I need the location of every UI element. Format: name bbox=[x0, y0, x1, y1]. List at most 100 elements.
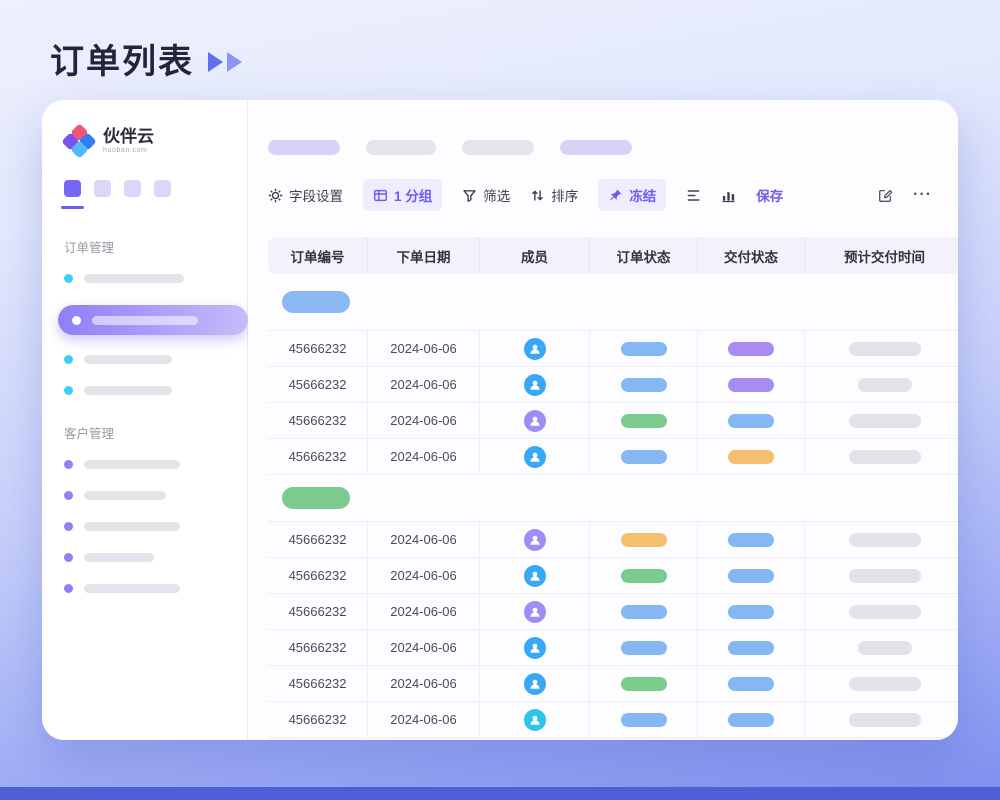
eta-cell[interactable] bbox=[805, 702, 958, 738]
sidebar-item[interactable] bbox=[64, 460, 229, 469]
workspace-tab[interactable] bbox=[124, 180, 141, 197]
delivery-status-cell[interactable] bbox=[698, 666, 805, 702]
sidebar-item[interactable] bbox=[64, 553, 229, 562]
sidebar-item[interactable] bbox=[64, 584, 229, 593]
workspace-tab[interactable] bbox=[154, 180, 171, 197]
field-settings-button[interactable]: 字段设置 bbox=[268, 185, 343, 205]
date-cell[interactable]: 2024-06-06 bbox=[368, 558, 480, 594]
delivery-status-cell[interactable] bbox=[698, 367, 805, 403]
date-cell[interactable]: 2024-06-06 bbox=[368, 331, 480, 367]
member-cell[interactable] bbox=[480, 403, 590, 439]
item-dot bbox=[64, 355, 73, 364]
sidebar-item-active[interactable] bbox=[58, 305, 248, 335]
column-header[interactable]: 成员 bbox=[480, 237, 590, 274]
play-arrow-icon bbox=[208, 52, 223, 72]
order-status-cell[interactable] bbox=[590, 439, 698, 475]
order-status-cell[interactable] bbox=[590, 630, 698, 666]
member-cell[interactable] bbox=[480, 630, 590, 666]
delivery-status-cell[interactable] bbox=[698, 702, 805, 738]
column-header[interactable]: 订单编号 bbox=[268, 237, 368, 274]
eta-cell[interactable] bbox=[805, 367, 958, 403]
order-no-cell[interactable]: 45666232 bbox=[268, 331, 368, 367]
order-status-pill bbox=[621, 713, 667, 727]
delivery-status-cell[interactable] bbox=[698, 630, 805, 666]
eta-cell[interactable] bbox=[805, 666, 958, 702]
order-no-cell[interactable]: 45666232 bbox=[268, 367, 368, 403]
order-no-cell[interactable]: 45666232 bbox=[268, 594, 368, 630]
group-header-row[interactable] bbox=[268, 274, 958, 331]
member-cell[interactable] bbox=[480, 702, 590, 738]
delivery-status-cell[interactable] bbox=[698, 522, 805, 558]
sidebar-item[interactable] bbox=[64, 522, 229, 531]
order-status-cell[interactable] bbox=[590, 331, 698, 367]
group-button[interactable]: 1 分组 bbox=[363, 179, 442, 211]
eta-cell[interactable] bbox=[805, 558, 958, 594]
workspace-tab[interactable] bbox=[94, 180, 111, 197]
save-button[interactable]: 保存 bbox=[756, 185, 783, 205]
order-status-cell[interactable] bbox=[590, 558, 698, 594]
main-area: 字段设置 1 分组 筛选 排序 冻结 bbox=[248, 100, 958, 740]
member-cell[interactable] bbox=[480, 439, 590, 475]
member-cell[interactable] bbox=[480, 522, 590, 558]
member-cell[interactable] bbox=[480, 666, 590, 702]
date-cell[interactable]: 2024-06-06 bbox=[368, 666, 480, 702]
member-cell[interactable] bbox=[480, 594, 590, 630]
sidebar-item[interactable] bbox=[64, 274, 229, 283]
eta-placeholder bbox=[858, 641, 912, 655]
edit-button[interactable] bbox=[878, 188, 893, 203]
eta-cell[interactable] bbox=[805, 594, 958, 630]
sidebar-item[interactable] bbox=[64, 386, 229, 395]
chart-button[interactable] bbox=[721, 188, 736, 203]
active-item-label-placeholder bbox=[92, 316, 198, 325]
member-cell[interactable] bbox=[480, 331, 590, 367]
delivery-status-cell[interactable] bbox=[698, 558, 805, 594]
delivery-status-cell[interactable] bbox=[698, 331, 805, 367]
sort-button[interactable]: 排序 bbox=[530, 185, 578, 205]
date-cell[interactable]: 2024-06-06 bbox=[368, 403, 480, 439]
workspace-tab[interactable] bbox=[64, 180, 81, 197]
date-cell[interactable]: 2024-06-06 bbox=[368, 439, 480, 475]
row-height-button[interactable] bbox=[686, 188, 701, 203]
sidebar-item[interactable] bbox=[64, 491, 229, 500]
order-status-cell[interactable] bbox=[590, 666, 698, 702]
toolbar: 字段设置 1 分组 筛选 排序 冻结 bbox=[268, 179, 958, 211]
table-row: 456662322024-06-06 bbox=[268, 630, 958, 666]
column-header[interactable]: 预计交付时间 bbox=[805, 237, 958, 274]
column-header[interactable]: 订单状态 bbox=[590, 237, 698, 274]
eta-cell[interactable] bbox=[805, 331, 958, 367]
order-status-cell[interactable] bbox=[590, 367, 698, 403]
order-no-cell[interactable]: 45666232 bbox=[268, 702, 368, 738]
order-no-cell[interactable]: 45666232 bbox=[268, 666, 368, 702]
delivery-status-cell[interactable] bbox=[698, 403, 805, 439]
member-cell[interactable] bbox=[480, 558, 590, 594]
order-status-cell[interactable] bbox=[590, 702, 698, 738]
order-no-cell[interactable]: 45666232 bbox=[268, 439, 368, 475]
date-cell[interactable]: 2024-06-06 bbox=[368, 594, 480, 630]
eta-cell[interactable] bbox=[805, 630, 958, 666]
eta-cell[interactable] bbox=[805, 403, 958, 439]
delivery-status-cell[interactable] bbox=[698, 594, 805, 630]
order-status-cell[interactable] bbox=[590, 522, 698, 558]
member-cell[interactable] bbox=[480, 367, 590, 403]
column-header[interactable]: 下单日期 bbox=[368, 237, 480, 274]
column-header[interactable]: 交付状态 bbox=[698, 237, 805, 274]
order-no-cell[interactable]: 45666232 bbox=[268, 403, 368, 439]
group-header-row[interactable] bbox=[268, 475, 958, 522]
sidebar-item[interactable] bbox=[64, 355, 229, 364]
order-status-cell[interactable] bbox=[590, 594, 698, 630]
date-cell[interactable]: 2024-06-06 bbox=[368, 367, 480, 403]
date-cell[interactable]: 2024-06-06 bbox=[368, 702, 480, 738]
freeze-button[interactable]: 冻结 bbox=[598, 179, 666, 211]
eta-cell[interactable] bbox=[805, 522, 958, 558]
delivery-status-pill bbox=[728, 378, 774, 392]
date-cell[interactable]: 2024-06-06 bbox=[368, 522, 480, 558]
order-no-cell[interactable]: 45666232 bbox=[268, 558, 368, 594]
order-no-cell[interactable]: 45666232 bbox=[268, 522, 368, 558]
eta-cell[interactable] bbox=[805, 439, 958, 475]
more-button[interactable]: ··· bbox=[913, 186, 932, 204]
delivery-status-cell[interactable] bbox=[698, 439, 805, 475]
order-no-cell[interactable]: 45666232 bbox=[268, 630, 368, 666]
date-cell[interactable]: 2024-06-06 bbox=[368, 630, 480, 666]
filter-button[interactable]: 筛选 bbox=[462, 185, 510, 205]
order-status-cell[interactable] bbox=[590, 403, 698, 439]
